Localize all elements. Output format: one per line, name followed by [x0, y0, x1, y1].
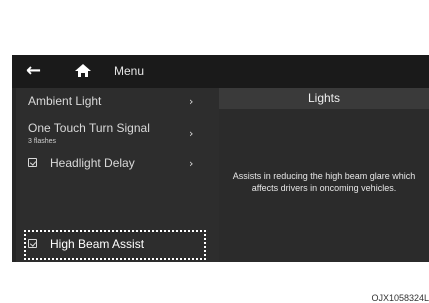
menu-item-label: High Beam Assist	[50, 237, 145, 251]
reference-code: OJX1058324L	[371, 293, 429, 303]
feature-description: Assists in reducing the high beam glare …	[232, 171, 416, 193]
chevron-right-icon: ›	[189, 127, 194, 140]
menu-item-sublabel: 3 flashes	[28, 138, 57, 145]
menu-item-high-beam-assist[interactable]: High Beam Assist	[16, 235, 219, 257]
settings-menu: Ambient Light › One Touch Turn Signal 3 …	[16, 88, 219, 262]
menu-item-one-touch-turn-signal[interactable]: One Touch Turn Signal 3 flashes ›	[16, 116, 219, 150]
description-panel: Assists in reducing the high beam glare …	[219, 109, 429, 262]
checkbox-checked-icon[interactable]	[28, 239, 37, 248]
chevron-right-icon: ›	[189, 95, 194, 108]
panel-header: Lights	[219, 88, 429, 109]
back-arrow-icon[interactable]: ←	[26, 61, 50, 81]
panel-title: Lights	[307, 91, 341, 105]
checkbox-checked-icon[interactable]	[28, 158, 37, 167]
home-icon[interactable]	[74, 63, 92, 79]
menu-item-ambient-light[interactable]: Ambient Light ›	[16, 88, 219, 116]
chevron-right-icon: ›	[189, 157, 194, 170]
menu-item-label: Headlight Delay	[50, 156, 135, 170]
page: ← Menu Ambient Light › One Touch Turn Si…	[0, 0, 429, 303]
menu-item-label: One Touch Turn Signal	[28, 121, 150, 135]
infotainment-screen: ← Menu Ambient Light › One Touch Turn Si…	[12, 55, 429, 262]
top-bar: ← Menu	[12, 55, 429, 88]
menu-item-headlight-delay[interactable]: Headlight Delay ›	[16, 150, 219, 180]
menu-item-label: Ambient Light	[28, 94, 102, 108]
menu-button[interactable]: Menu	[114, 63, 144, 79]
